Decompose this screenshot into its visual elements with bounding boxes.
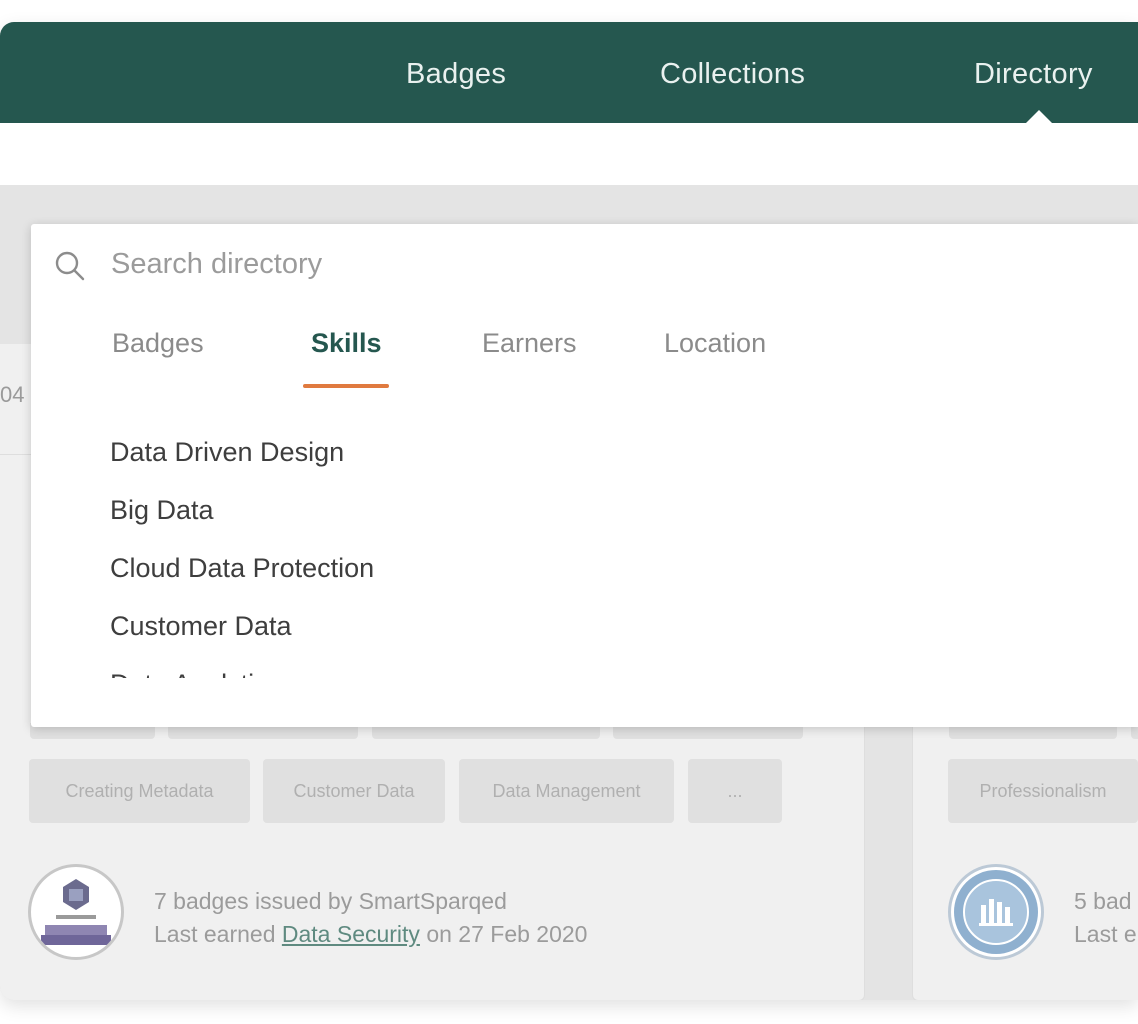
skill-results-list[interactable]: Data Driven Design Big Data Cloud Data P… <box>110 428 710 678</box>
skill-result-item[interactable]: Data Analytics <box>110 660 710 678</box>
nav-collections[interactable]: Collections <box>660 58 805 91</box>
skill-result-item[interactable]: Big Data <box>110 486 710 544</box>
skill-result-item[interactable]: Customer Data <box>110 602 710 660</box>
issuer-logo-icon[interactable] <box>948 864 1044 960</box>
search-icon <box>55 251 85 281</box>
tab-location[interactable]: Location <box>664 328 766 359</box>
tab-skills[interactable]: Skills <box>311 328 382 359</box>
skill-chip[interactable]: Customer Data <box>263 759 445 823</box>
more-skills-chip[interactable]: ... <box>688 759 782 823</box>
skill-chip[interactable]: Professionalism <box>948 759 1138 823</box>
skill-chip[interactable]: Creating Metadata <box>29 759 250 823</box>
directory-search-dropdown: Badges Skills Earners Location Data Driv… <box>31 224 1138 727</box>
tab-badges[interactable]: Badges <box>112 328 204 359</box>
skill-result-item[interactable]: Data Driven Design <box>110 428 710 486</box>
background-partial-text: 04 <box>0 382 25 407</box>
issuer-last-earned: Last e <box>1074 921 1137 947</box>
issuer-last-earned: Last earned Data Security on 27 Feb 2020 <box>154 918 587 951</box>
nav-directory[interactable]: Directory <box>974 58 1093 91</box>
skill-result-item[interactable]: Cloud Data Protection <box>110 544 710 602</box>
issuer-logo-icon[interactable] <box>28 864 124 960</box>
directory-search-input[interactable] <box>111 240 811 288</box>
tab-earners[interactable]: Earners <box>482 328 577 359</box>
nav-active-caret <box>1026 110 1052 123</box>
last-earned-badge-link[interactable]: Data Security <box>282 921 420 947</box>
issuer-badge-count: 7 badges issued by SmartSparqed <box>154 888 507 914</box>
nav-badges[interactable]: Badges <box>406 58 506 91</box>
top-navbar: Badges Collections Directory <box>0 22 1138 123</box>
last-earned-date: on 27 Feb 2020 <box>419 921 588 947</box>
sub-header-bar <box>0 123 1138 185</box>
active-tab-underline <box>303 384 389 388</box>
last-earned-label: Last earned <box>154 921 282 947</box>
skill-chip[interactable]: Data Management <box>459 759 674 823</box>
app-frame: Badges Collections Directory 04 Creating… <box>0 22 1138 1000</box>
issuer-badge-count: 5 bad <box>1074 888 1132 914</box>
